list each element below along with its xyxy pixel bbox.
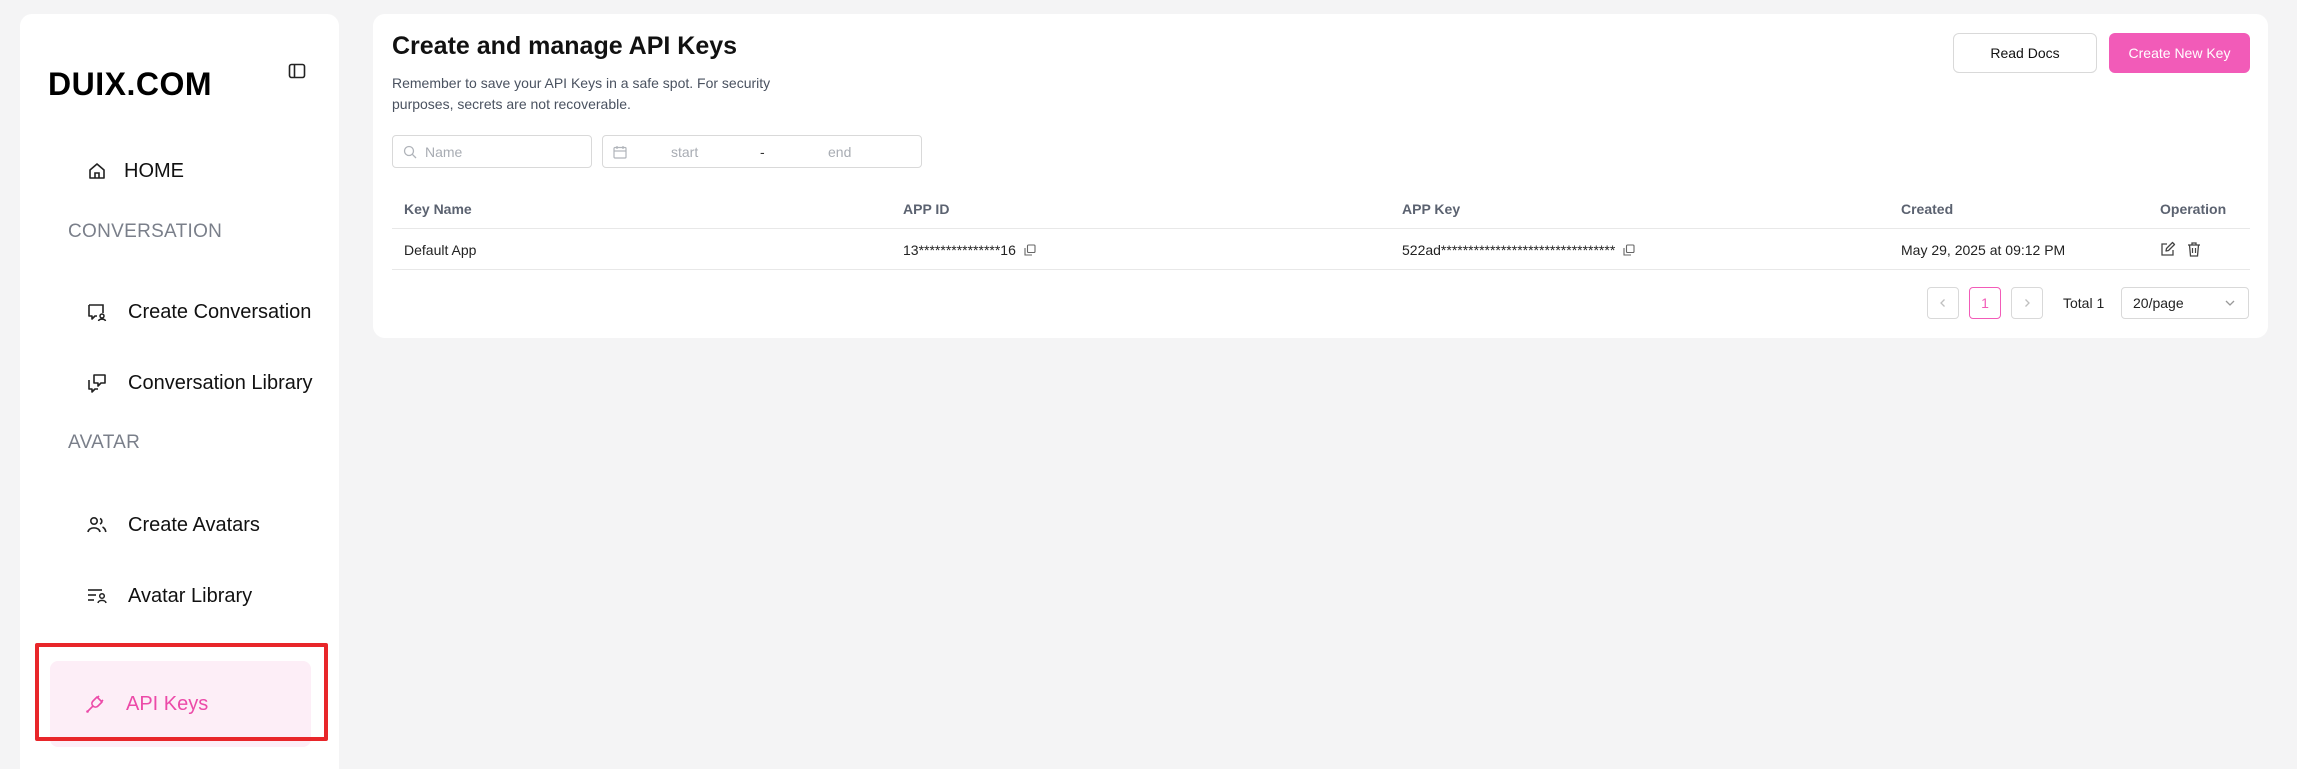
users-icon xyxy=(84,512,110,538)
sidebar-item-label: Create Conversation xyxy=(128,300,312,323)
app-id-value: 13***************16 xyxy=(903,242,1016,258)
chevron-right-icon xyxy=(2022,295,2032,311)
sidebar-item-create-avatars[interactable]: Create Avatars xyxy=(48,497,318,553)
app-key-value: 522ad******************************** xyxy=(1402,242,1616,258)
table-header: Key Name APP ID APP Key Created Operatio… xyxy=(392,189,2250,229)
pagination-next-button[interactable] xyxy=(2011,287,2043,319)
create-new-key-button[interactable]: Create New Key xyxy=(2109,33,2250,73)
copy-icon[interactable] xyxy=(1024,244,1036,256)
sidebar-item-label: HOME xyxy=(124,159,184,182)
trash-icon[interactable] xyxy=(2186,241,2202,257)
sidebar-item-label: Avatar Library xyxy=(128,584,253,607)
sidebar-item-api-keys[interactable]: API Keys xyxy=(50,661,311,747)
date-end-input[interactable]: end xyxy=(828,144,851,160)
cell-key-name: Default App xyxy=(404,242,477,258)
cell-app-id: 13***************16 xyxy=(903,242,1036,258)
table-row: Default App 13***************16 522ad***… xyxy=(392,229,2250,270)
copy-icon[interactable] xyxy=(1623,244,1635,256)
search-icon xyxy=(403,145,417,159)
sidebar-item-create-conversation[interactable]: Create Conversation xyxy=(48,284,318,340)
user-list-icon xyxy=(84,583,110,609)
page-size-select[interactable]: 20/page xyxy=(2121,287,2249,319)
name-search-input[interactable] xyxy=(425,143,585,160)
pagination-page-1[interactable]: 1 xyxy=(1969,287,2001,319)
name-search-box xyxy=(392,135,592,168)
chevron-left-icon xyxy=(1938,295,1948,311)
read-docs-button[interactable]: Read Docs xyxy=(1953,33,2097,73)
pagination-prev-button[interactable] xyxy=(1927,287,1959,319)
edit-icon[interactable] xyxy=(2160,241,2176,257)
calendar-icon xyxy=(613,145,627,159)
sidebar: DUIX.COM HOME CONVERSATION Create Conver… xyxy=(20,14,339,769)
page-title: Create and manage API Keys xyxy=(392,32,738,60)
column-header-created: Created xyxy=(1901,201,1954,217)
api-keys-table: Key Name APP ID APP Key Created Operatio… xyxy=(392,189,2250,270)
chat-library-icon xyxy=(84,370,110,396)
column-header-key-name: Key Name xyxy=(404,201,472,217)
cell-operation xyxy=(2160,241,2212,257)
section-title-conversation: CONVERSATION xyxy=(68,221,223,242)
sidebar-item-avatar-library[interactable]: Avatar Library xyxy=(48,568,318,624)
sidebar-item-home[interactable]: HOME xyxy=(48,143,318,199)
chevron-down-icon xyxy=(2224,297,2236,309)
cell-created: May 29, 2025 at 09:12 PM xyxy=(1901,242,2066,258)
sidebar-item-label: Conversation Library xyxy=(128,371,313,394)
pagination-total: Total 1 xyxy=(2063,295,2105,311)
section-title-avatar: AVATAR xyxy=(68,432,141,453)
page-size-value: 20/page xyxy=(2133,295,2184,311)
home-icon xyxy=(84,158,110,184)
sidebar-item-label: API Keys xyxy=(126,692,209,715)
logo: DUIX.COM xyxy=(48,66,212,102)
date-separator: - xyxy=(760,143,765,160)
cell-app-key: 522ad******************************** xyxy=(1402,242,1635,258)
sidebar-collapse-button[interactable] xyxy=(282,58,312,88)
date-range-picker[interactable]: start - end xyxy=(602,135,922,168)
chat-user-icon xyxy=(84,299,110,325)
column-header-app-key: APP Key xyxy=(1402,201,1461,217)
page-subtitle: Remember to save your API Keys in a safe… xyxy=(392,75,771,112)
sidebar-item-label: Create Avatars xyxy=(128,513,260,536)
main-card: Create and manage API Keys Remember to s… xyxy=(373,14,2268,338)
sidebar-toggle-icon xyxy=(288,62,306,85)
date-start-input[interactable]: start xyxy=(671,144,698,160)
column-header-operation: Operation xyxy=(2160,201,2227,217)
column-header-app-id: APP ID xyxy=(903,201,950,217)
plug-icon xyxy=(82,691,108,717)
sidebar-item-conversation-library[interactable]: Conversation Library xyxy=(48,355,318,411)
